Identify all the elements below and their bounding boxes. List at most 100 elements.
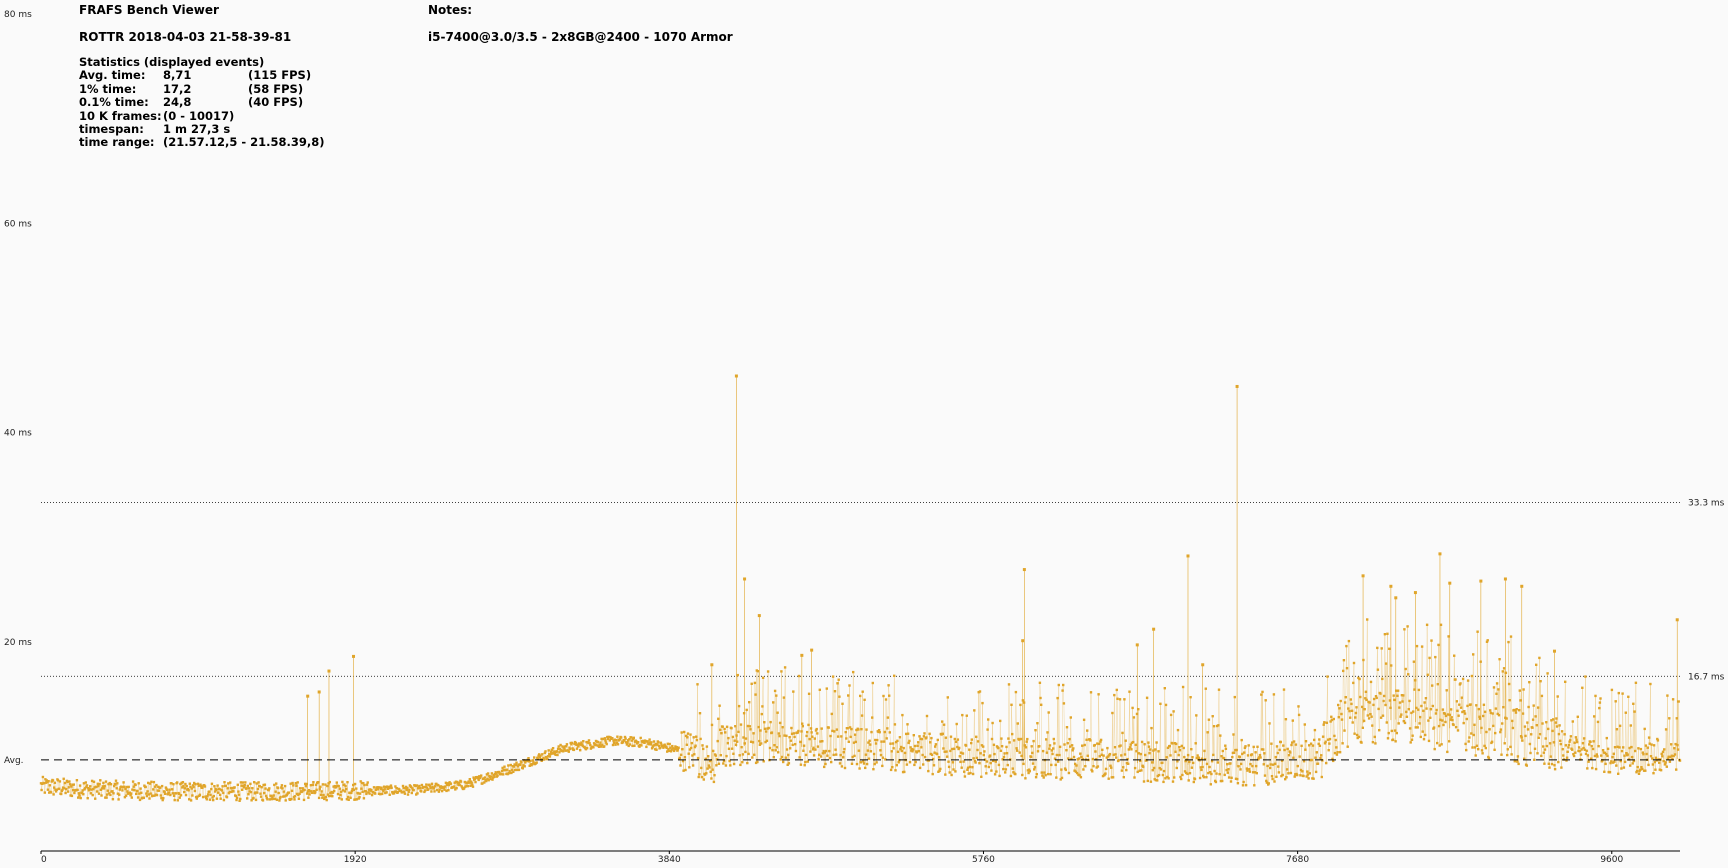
frame-point: [678, 756, 681, 759]
frame-point: [372, 786, 376, 789]
frame-point: [331, 795, 334, 798]
frame-point: [1077, 757, 1081, 760]
frame-point: [725, 725, 729, 728]
frame-point: [290, 797, 293, 801]
frame-point: [1085, 738, 1088, 741]
frame-point: [702, 778, 705, 781]
spike-point: [1520, 584, 1524, 588]
notes-value: i5-7400@3.0/3.5 - 2x8GB@2400 - 1070 Armo…: [428, 30, 733, 44]
frame-point: [92, 780, 96, 783]
app-title: FRAFS Bench Viewer: [79, 3, 219, 17]
spike-point: [1186, 554, 1190, 558]
statistics-panel: Statistics (displayed events) Avg. time:…: [79, 55, 325, 150]
frame-point: [1122, 776, 1125, 779]
frame-point: [1006, 763, 1009, 767]
frame-point: [281, 787, 284, 790]
frame-point: [837, 678, 840, 681]
x-tick-label: 5760: [972, 855, 995, 865]
frame-point: [1125, 768, 1128, 772]
frame-point: [1574, 751, 1577, 754]
frame-point: [1259, 756, 1262, 759]
frame-point: [338, 797, 341, 800]
frame-point: [1658, 761, 1661, 764]
frame-point: [1041, 749, 1045, 753]
frame-point: [168, 788, 171, 791]
frame-point: [1361, 726, 1364, 729]
frame-point: [1140, 740, 1144, 744]
frame-point: [64, 791, 67, 795]
frame-point: [1412, 660, 1416, 663]
frame-point: [1022, 762, 1025, 766]
spike-point: [1152, 627, 1156, 631]
frame-point: [140, 791, 143, 794]
frame-point: [370, 788, 373, 792]
stat-row-frames: 10 K frames: (0 - 10017): [79, 109, 264, 123]
frame-point: [1128, 690, 1131, 693]
frame-point: [364, 790, 367, 793]
frame-point: [1203, 749, 1206, 753]
frame-point: [1019, 737, 1023, 741]
frame-point: [290, 789, 294, 792]
frame-point: [683, 756, 687, 759]
frame-point: [1278, 748, 1281, 752]
frame-point: [887, 684, 890, 687]
frame-point: [1542, 745, 1545, 748]
frame-point: [830, 760, 833, 764]
frame-point: [857, 728, 860, 731]
frame-point: [1127, 748, 1130, 751]
frame-point: [1180, 777, 1183, 781]
x-tick-label: 7680: [1286, 855, 1309, 865]
frame-point: [817, 758, 820, 761]
frame-point: [888, 731, 891, 734]
frame-point: [697, 775, 700, 779]
frame-point: [979, 752, 982, 755]
frame-point: [134, 783, 137, 787]
frame-point: [237, 790, 240, 793]
frame-point: [1581, 686, 1584, 689]
frame-point: [778, 734, 781, 738]
frame-point: [1547, 762, 1550, 765]
frame-point: [903, 751, 907, 755]
frame-point: [1491, 712, 1494, 715]
frame-point: [1608, 771, 1612, 774]
frame-point: [1379, 692, 1382, 695]
frame-point: [719, 754, 722, 757]
average-label: Avg.: [4, 756, 24, 766]
frame-point: [1202, 776, 1206, 779]
frame-point: [1376, 646, 1379, 650]
frame-point: [1050, 763, 1053, 767]
frame-point: [1412, 710, 1415, 713]
frame-point: [1466, 704, 1469, 708]
frame-point: [995, 770, 998, 773]
frame-point: [611, 737, 614, 740]
frame-point: [836, 682, 839, 685]
frame-point: [149, 792, 152, 795]
frame-point: [611, 743, 615, 747]
frame-point: [1419, 715, 1422, 719]
frame-point: [1332, 717, 1335, 721]
frame-point: [954, 740, 958, 743]
frame-point: [695, 735, 698, 738]
frame-point: [908, 739, 911, 743]
frame-point: [748, 725, 751, 728]
frame-point: [842, 751, 845, 754]
frame-point: [955, 722, 958, 726]
frame-point: [1072, 747, 1075, 750]
frame-point: [259, 792, 262, 795]
frame-point: [903, 770, 906, 774]
frame-point: [1048, 744, 1052, 747]
frame-point: [503, 765, 506, 768]
frame-point: [349, 796, 352, 799]
frame-point: [725, 754, 728, 758]
frame-point: [1102, 754, 1105, 757]
frame-point: [1404, 667, 1407, 671]
frame-point: [657, 741, 660, 744]
frame-point: [792, 732, 796, 735]
frame-point: [1218, 773, 1221, 776]
frame-point: [235, 796, 239, 799]
frame-point: [183, 790, 186, 794]
frame-point: [1388, 647, 1391, 650]
frame-point: [1177, 753, 1180, 757]
frame-point: [875, 761, 878, 764]
frame-point: [969, 771, 972, 775]
